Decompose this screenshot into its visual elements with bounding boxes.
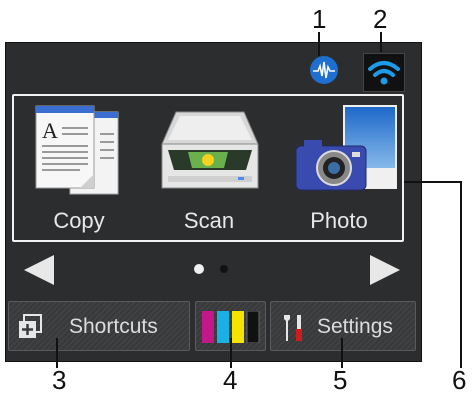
leader-line-4 — [230, 338, 232, 368]
photo-tile[interactable]: Photo — [274, 96, 404, 240]
scanner-icon — [158, 110, 262, 199]
copy-label: Copy — [53, 208, 105, 233]
copy-document-icon: A — [34, 104, 124, 201]
scan-tile[interactable]: Scan — [144, 96, 274, 240]
callout-1: 1 — [312, 4, 327, 34]
settings-tools-icon — [281, 313, 307, 348]
callout-5: 5 — [333, 365, 348, 395]
app-tiles-area: A Copy Scan Photo — [12, 94, 404, 242]
leader-line-6-horizontal — [404, 181, 462, 183]
wired-network-icon[interactable] — [310, 56, 338, 84]
page-dot — [220, 265, 228, 273]
shortcuts-button[interactable]: Shortcuts — [8, 301, 190, 351]
next-page-arrow-icon[interactable] — [366, 252, 406, 293]
camera-photo-icon — [294, 104, 402, 201]
callout-2: 2 — [373, 4, 388, 34]
leader-line-2 — [380, 32, 382, 52]
callout-6: 6 — [452, 365, 467, 395]
wifi-icon[interactable] — [363, 53, 405, 92]
page-dot-active — [194, 264, 204, 274]
previous-page-arrow-icon[interactable] — [18, 252, 58, 293]
leader-line-5 — [341, 338, 343, 368]
photo-label: Photo — [310, 208, 368, 233]
shortcuts-icon — [17, 314, 43, 345]
scan-label: Scan — [183, 208, 235, 233]
leader-line-1 — [318, 32, 320, 56]
copy-tile[interactable]: A Copy — [14, 96, 144, 240]
callout-3: 3 — [52, 365, 67, 395]
leader-line-3 — [56, 338, 58, 368]
shortcuts-label: Shortcuts — [69, 315, 158, 338]
settings-button[interactable]: Settings — [270, 301, 416, 351]
svg-text:A: A — [42, 118, 58, 143]
leader-line-6-vertical — [460, 181, 462, 368]
settings-label: Settings — [317, 315, 393, 338]
callout-4: 4 — [223, 365, 238, 395]
